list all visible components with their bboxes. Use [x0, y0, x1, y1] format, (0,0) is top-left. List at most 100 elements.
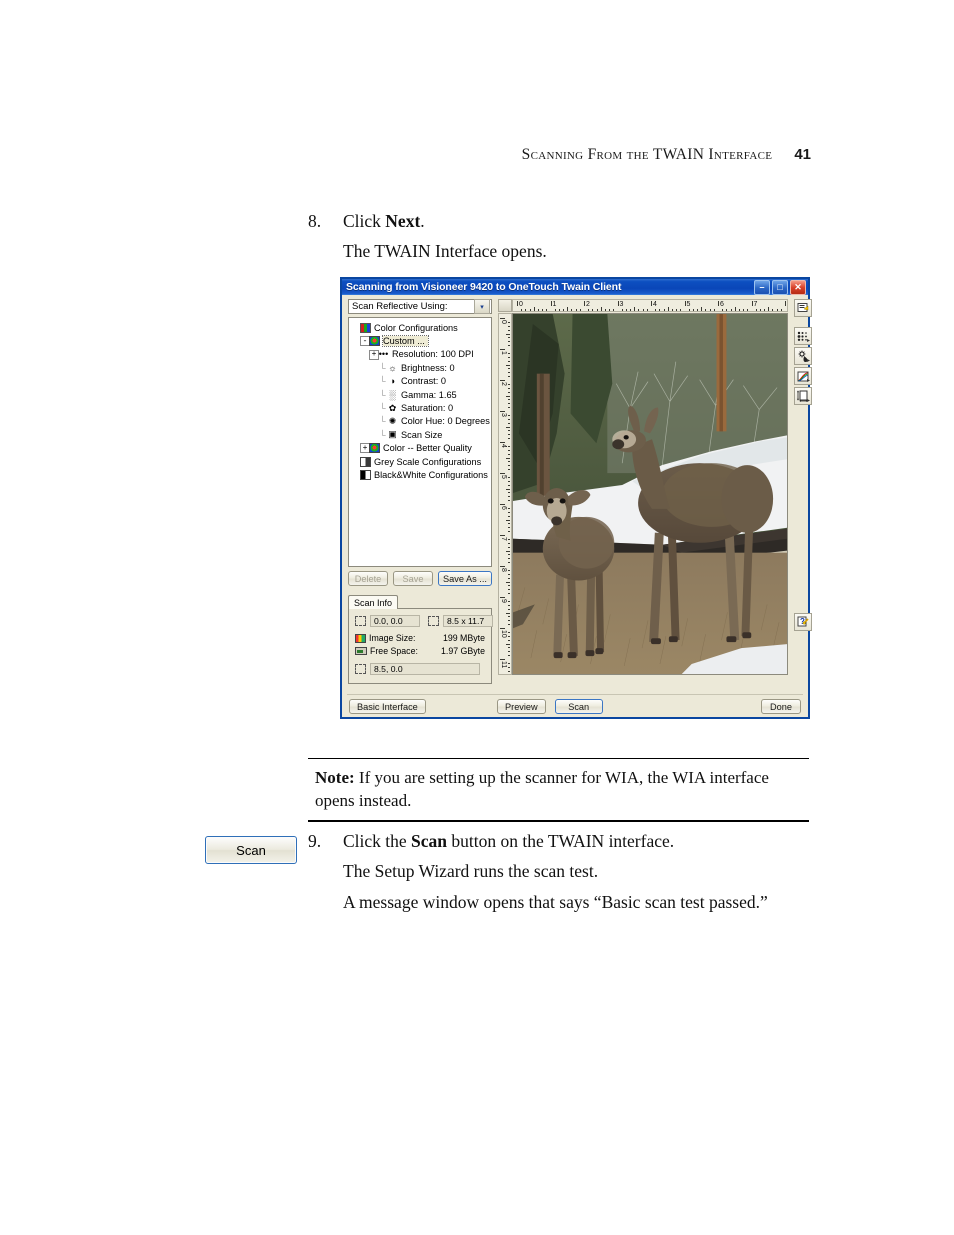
ruler-minor-tick [508, 414, 510, 416]
ruler-major-tick [500, 504, 505, 505]
ruler-minor-tick [747, 309, 749, 311]
tree-item[interactable]: Black&White Configurations [351, 468, 489, 481]
tree-item[interactable]: - Custom ... [351, 334, 489, 348]
ruler-minor-tick [730, 309, 732, 311]
tree-item[interactable]: Grey Scale Configurations [351, 455, 489, 468]
ruler-minor-tick [508, 484, 510, 486]
ruler-minor-tick [508, 372, 510, 374]
ruler-minor-tick [571, 309, 573, 311]
ruler-tick-label: 6 [720, 301, 724, 308]
scan-button[interactable]: Scan [554, 699, 603, 714]
tree-item-label: Gamma: 1.65 [401, 389, 457, 400]
ruler-minor-tick [508, 476, 510, 478]
origin-marker-icon [355, 616, 366, 626]
ruler-minor-tick [508, 531, 510, 533]
ruler-minor-tick [508, 635, 510, 637]
tree-item[interactable]: + ••• Resolution: 100 DPI [351, 348, 489, 361]
chevron-down-icon[interactable]: ▾ [474, 299, 490, 314]
step-8-number: 8. [308, 211, 322, 231]
done-button[interactable]: Done [761, 699, 801, 714]
step-8-text: Click Next. [343, 211, 425, 232]
tree-item[interactable]: + Color -- Better Quality [351, 442, 489, 455]
tree-item[interactable]: └ ☼ Brightness: 0 [351, 361, 489, 374]
tree-item[interactable]: └ ◑ Contrast: 0 [351, 375, 489, 388]
deer-photograph [513, 314, 787, 674]
ruler-major-tick [500, 566, 505, 567]
tree-item[interactable]: Color Configurations [351, 321, 489, 334]
ruler-corner-button[interactable] [498, 299, 512, 312]
ruler-minor-tick [738, 309, 740, 311]
tool-palette[interactable]: ▸ ▸ ▸ ▸ ? [794, 299, 812, 633]
scan-info-tabstrip[interactable]: Scan Info [348, 595, 492, 609]
ruler-major-tick [500, 473, 505, 474]
chevron-right-icon[interactable]: ▸ [807, 358, 810, 364]
basic-interface-button[interactable]: Basic Interface [349, 699, 426, 714]
delete-button[interactable]: Delete [348, 571, 388, 586]
tree-expander[interactable]: + [369, 349, 379, 360]
tree-expander[interactable]: - [360, 336, 370, 347]
resolution-icon[interactable]: ▸ [794, 327, 812, 345]
tree-expander[interactable]: + [360, 443, 370, 454]
ruler-tick-label: 8 [787, 301, 788, 308]
ruler-minor-tick [734, 307, 736, 311]
tree-item[interactable]: └ ░ Gamma: 1.65 [351, 388, 489, 401]
gamma-curve-icon[interactable]: ▸ [794, 367, 812, 385]
ruler-minor-tick [506, 426, 510, 428]
chevron-right-icon[interactable]: ▸ [807, 398, 810, 404]
configure-icon[interactable] [794, 299, 812, 317]
ruler-minor-tick [506, 612, 510, 614]
margin-scan-button[interactable]: Scan [205, 836, 297, 864]
ruler-tick-label: 4 [500, 444, 507, 448]
save-as-button[interactable]: Save As ... [438, 571, 492, 586]
step-9-subtext-1: The Setup Wizard runs the scan test. [343, 861, 599, 881]
ruler-minor-tick [596, 309, 598, 311]
scan-size-icon[interactable]: ▸ [794, 387, 812, 405]
tree-item[interactable]: └ ✺ Color Hue: 0 Degrees [351, 415, 490, 428]
ruler-minor-tick [600, 307, 602, 311]
scan-preview-area[interactable] [512, 313, 788, 675]
ruler-minor-tick [642, 309, 644, 311]
minimize-icon[interactable]: – [754, 279, 770, 295]
ruler-major-tick [751, 301, 753, 306]
ruler-tick-label: 7 [500, 537, 507, 541]
ruler-minor-tick [508, 577, 510, 579]
tree-item-label: Black&White Configurations [374, 469, 488, 480]
ruler-minor-tick [697, 309, 699, 311]
ruler-tick-label: 3 [619, 301, 624, 308]
configuration-tree[interactable]: Color Configurations - Custom ... + ••• Resol… [348, 317, 492, 567]
ruler-minor-tick [638, 309, 640, 311]
basic-interface-button-wrap: Basic Interface [349, 699, 426, 714]
close-icon[interactable]: ✕ [790, 279, 806, 295]
ruler-major-tick [500, 349, 505, 350]
ruler-minor-tick [508, 329, 510, 331]
tree-item[interactable]: └ ✿ Saturation: 0 [351, 401, 489, 414]
window-controls[interactable]: – □ ✕ [754, 279, 806, 295]
ruler-minor-tick [508, 620, 510, 622]
ruler-minor-tick [759, 309, 761, 311]
maximize-icon[interactable]: □ [772, 279, 788, 295]
ruler-major-tick [718, 301, 719, 306]
help-key-icon[interactable]: ? [794, 613, 812, 631]
scan-source-combo[interactable]: Scan Reflective Using: ▾ [348, 299, 492, 314]
cursor-icon [355, 664, 366, 674]
ruler-tick-label: 11 [500, 661, 507, 669]
chevron-right-icon[interactable]: ▸ [807, 378, 810, 384]
twain-titlebar[interactable]: Scanning from Visioneer 9420 to OneTouch… [342, 279, 808, 295]
ruler-minor-tick [508, 569, 510, 571]
ruler-minor-tick [508, 573, 510, 575]
ruler-tick-label: 9 [500, 599, 507, 603]
ruler-minor-tick [508, 546, 510, 548]
tree-item[interactable]: └ ▣ Scan Size [351, 428, 489, 441]
running-head-title: Scanning From the TWAIN Interface [521, 146, 773, 163]
twain-window[interactable]: Scanning from Visioneer 9420 to OneTouch… [340, 277, 812, 719]
ruler-minor-tick [529, 309, 531, 311]
tab-scan-info[interactable]: Scan Info [348, 595, 399, 609]
ruler-minor-tick [508, 662, 510, 664]
preview-button[interactable]: Preview [497, 699, 546, 714]
chevron-right-icon[interactable]: ▸ [807, 338, 810, 344]
ruler-minor-tick [506, 581, 510, 583]
ruler-minor-tick [506, 395, 510, 397]
brightness-contrast-icon[interactable]: ▸ [794, 347, 812, 365]
ruler-minor-tick [508, 496, 510, 498]
save-button[interactable]: Save [393, 571, 433, 586]
